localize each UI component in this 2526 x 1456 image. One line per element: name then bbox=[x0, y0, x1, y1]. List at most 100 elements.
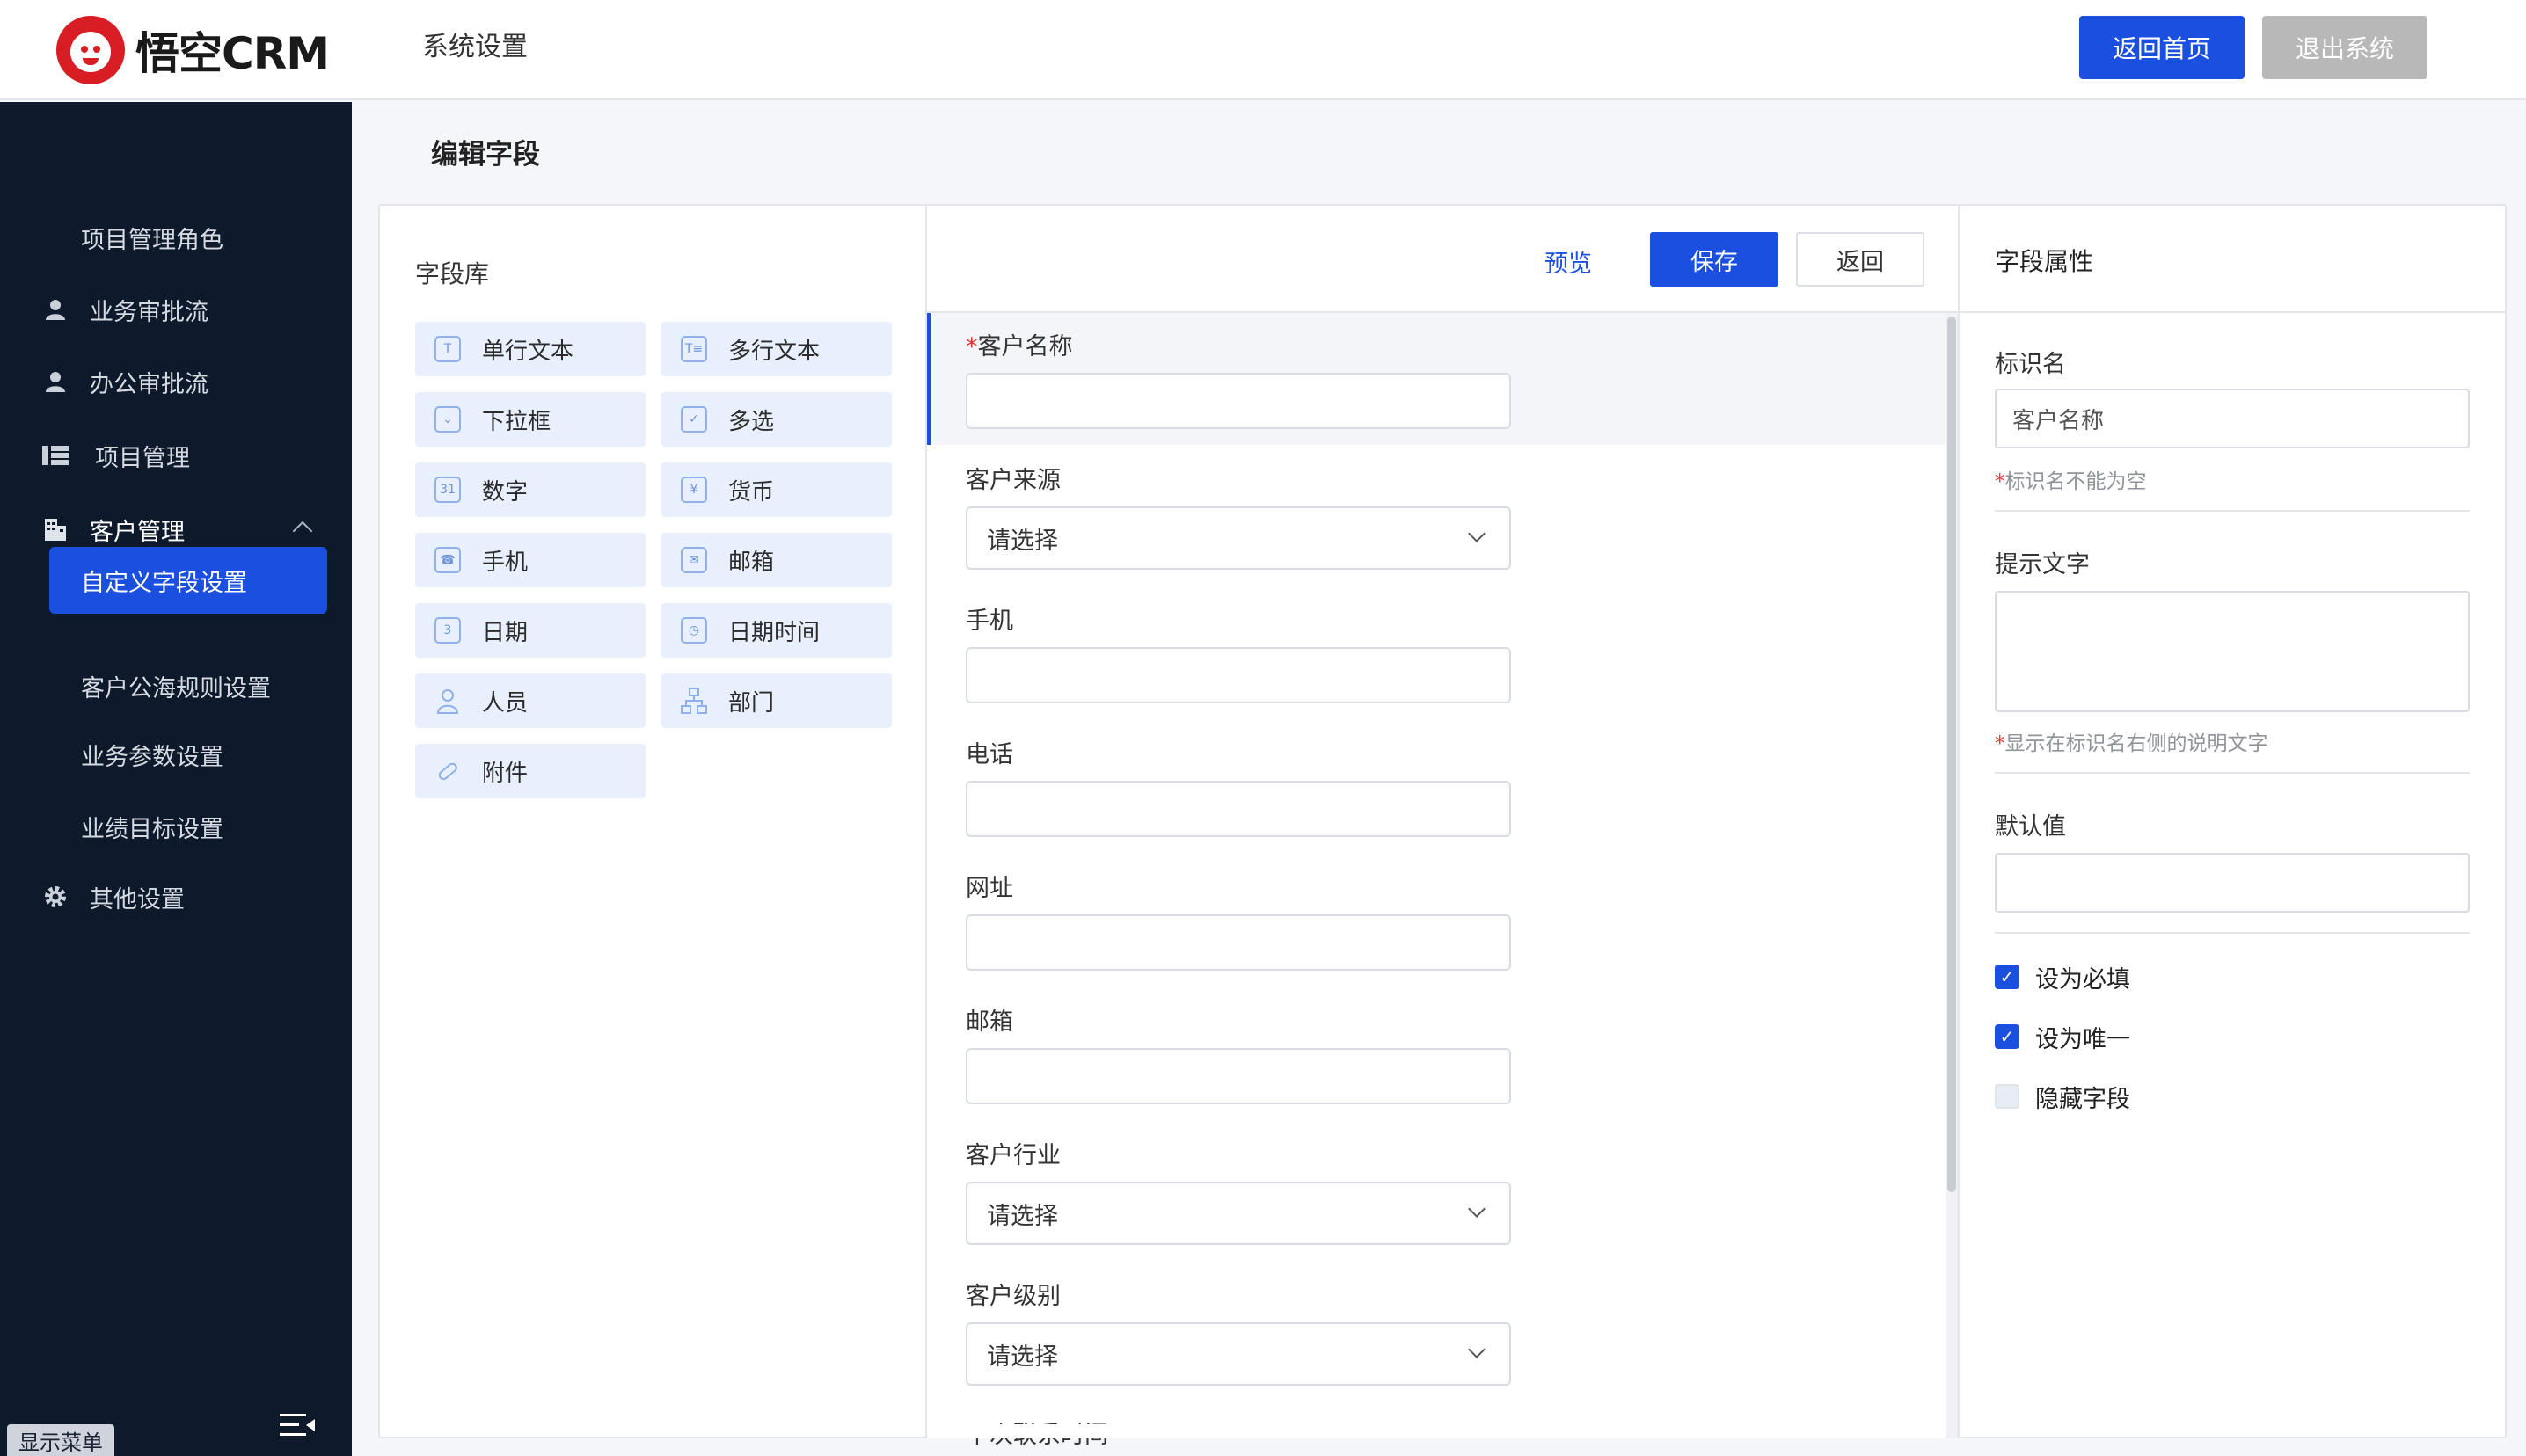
save-button[interactable]: 保存 bbox=[1650, 232, 1778, 287]
field-chip-date[interactable]: 3 日期 bbox=[415, 603, 646, 658]
sidebar-item-project-management[interactable]: 项目管理 bbox=[0, 422, 352, 489]
chevron-down-icon bbox=[1468, 525, 1486, 542]
mobile-input[interactable] bbox=[966, 647, 1511, 703]
field-label-customer-source: 客户来源 bbox=[966, 467, 1061, 494]
field-chip-label: 人员 bbox=[482, 689, 529, 717]
hidden-field-checkbox[interactable]: 隐藏字段 bbox=[1995, 1083, 2130, 1113]
gear-icon bbox=[42, 884, 69, 910]
sidebar-item-office-approval[interactable]: 办公审批流 bbox=[0, 348, 352, 415]
sidebar-item-project-roles[interactable]: 项目管理角色 bbox=[0, 204, 352, 271]
field-library bbox=[378, 204, 927, 1438]
unique-checkbox[interactable]: ✓ 设为唯一 bbox=[1995, 1023, 2130, 1053]
field-chip-datetime[interactable]: ◷ 日期时间 bbox=[661, 603, 892, 658]
chevron-down-icon bbox=[1468, 1200, 1486, 1218]
field-chip-label: 附件 bbox=[482, 760, 529, 787]
website-input[interactable] bbox=[966, 914, 1511, 971]
single-line-text-icon: T bbox=[434, 336, 461, 362]
sidebar-item-public-pool-rules[interactable]: 客户公海规则设置 bbox=[0, 652, 352, 719]
logout-button[interactable]: 退出系统 bbox=[2262, 16, 2427, 79]
field-chip-label: 多行文本 bbox=[728, 338, 821, 365]
level-select[interactable]: 请选择 bbox=[966, 1322, 1511, 1386]
form-scrollbar-thumb[interactable] bbox=[1947, 317, 1956, 1192]
top-header: 悟空CRM 系统设置 返回首页 退出系统 bbox=[0, 0, 2526, 100]
list-icon bbox=[42, 442, 69, 469]
field-label-customer-name: *客户名称 bbox=[966, 333, 1073, 360]
sidebar-item-business-approval[interactable]: 业务审批流 bbox=[0, 276, 352, 343]
field-chip-attachment[interactable]: 附件 bbox=[415, 744, 646, 798]
sidebar-item-label: 其他设置 bbox=[90, 885, 185, 914]
field-label-email: 邮箱 bbox=[966, 1008, 1013, 1036]
field-chip-label: 单行文本 bbox=[482, 338, 574, 365]
field-chip-label: 手机 bbox=[482, 549, 529, 576]
field-chip-person[interactable]: 人员 bbox=[415, 673, 646, 728]
sidebar-item-performance-goals[interactable]: 业绩目标设置 bbox=[0, 793, 352, 860]
sidebar-item-label: 项目管理 bbox=[95, 444, 190, 472]
field-chip-label: 数字 bbox=[482, 478, 529, 506]
name-input[interactable]: 客户名称 bbox=[1995, 389, 2470, 448]
brand-logo[interactable]: 悟空CRM bbox=[56, 16, 330, 84]
field-chip-label: 货币 bbox=[728, 478, 775, 506]
department-icon bbox=[681, 688, 707, 714]
sidebar-item-business-params[interactable]: 业务参数设置 bbox=[0, 721, 352, 788]
field-chip-label: 日期 bbox=[482, 619, 529, 646]
name-hint: *标识名不能为空 bbox=[1995, 470, 2147, 493]
sidebar-item-label: 项目管理角色 bbox=[81, 226, 223, 254]
sidebar-item-label: 客户管理 bbox=[90, 518, 185, 546]
field-chip-phone[interactable]: ☎ 手机 bbox=[415, 533, 646, 587]
brand-name: 悟空CRM bbox=[135, 28, 330, 79]
datetime-icon: ◷ bbox=[681, 617, 707, 644]
phone-icon: ☎ bbox=[434, 547, 461, 573]
chevron-down-icon bbox=[1468, 1341, 1486, 1358]
sidebar: 项目管理角色 业务审批流 办公审批流 项目管理 客户管理 自定义字段设置 客户公… bbox=[0, 102, 352, 1456]
field-chip-email[interactable]: ✉ 邮箱 bbox=[661, 533, 892, 587]
return-home-button[interactable]: 返回首页 bbox=[2079, 16, 2245, 79]
telephone-input[interactable] bbox=[966, 781, 1511, 837]
field-chip-single-line-text[interactable]: T 单行文本 bbox=[415, 322, 646, 376]
required-checkbox[interactable]: ✓ 设为必填 bbox=[1995, 964, 2130, 994]
unchecked-box bbox=[1995, 1084, 2019, 1109]
field-chip-label: 邮箱 bbox=[728, 549, 775, 576]
date-icon: 3 bbox=[434, 617, 461, 644]
field-chip-multi-select[interactable]: ✓ 多选 bbox=[661, 392, 892, 447]
field-label-mobile: 手机 bbox=[966, 608, 1013, 635]
industry-select[interactable]: 请选择 bbox=[966, 1182, 1511, 1245]
monkey-logo-icon bbox=[56, 16, 125, 84]
preview-link[interactable]: 预览 bbox=[1544, 244, 1592, 279]
sidebar-item-label: 客户公海规则设置 bbox=[81, 674, 271, 703]
customer-source-select[interactable]: 请选择 bbox=[966, 506, 1511, 570]
sidebar-item-label: 业务审批流 bbox=[90, 298, 208, 326]
email-icon: ✉ bbox=[681, 547, 707, 573]
field-chip-number[interactable]: 31 数字 bbox=[415, 462, 646, 517]
divider bbox=[1995, 932, 2470, 934]
default-value-input[interactable] bbox=[1995, 853, 2470, 913]
field-chip-department[interactable]: 部门 bbox=[661, 673, 892, 728]
sidebar-item-custom-fields[interactable]: 自定义字段设置 bbox=[49, 547, 327, 614]
sidebar-item-other-settings[interactable]: 其他设置 bbox=[0, 863, 352, 930]
tip-hint: *显示在标识名右侧的说明文字 bbox=[1995, 732, 2268, 755]
building-icon bbox=[42, 516, 69, 542]
check-icon: ✓ bbox=[1995, 1024, 2019, 1049]
field-label-website: 网址 bbox=[966, 875, 1013, 902]
tip-textarea[interactable] bbox=[1995, 591, 2470, 712]
chevron-up-icon bbox=[292, 521, 313, 542]
form-bottom-mask bbox=[927, 1424, 1946, 1438]
check-icon: ✓ bbox=[1995, 965, 2019, 989]
sidebar-item-label: 自定义字段设置 bbox=[81, 569, 247, 597]
divider bbox=[1995, 772, 2470, 774]
multi-select-icon: ✓ bbox=[681, 406, 707, 433]
page-title: 编辑字段 bbox=[431, 139, 540, 171]
customer-name-input[interactable] bbox=[966, 373, 1511, 429]
dropdown-icon: ⌄ bbox=[434, 406, 461, 433]
person-icon bbox=[434, 688, 461, 714]
field-chip-currency[interactable]: ¥ 货币 bbox=[661, 462, 892, 517]
header-title: 系统设置 bbox=[422, 32, 528, 62]
field-chip-multi-line-text[interactable]: T≡ 多行文本 bbox=[661, 322, 892, 376]
email-input[interactable] bbox=[966, 1048, 1511, 1104]
collapse-menu-icon[interactable] bbox=[278, 1412, 317, 1438]
show-menu-button[interactable]: 显示菜单 bbox=[7, 1424, 114, 1456]
field-chip-dropdown[interactable]: ⌄ 下拉框 bbox=[415, 392, 646, 447]
field-chip-label: 下拉框 bbox=[482, 408, 551, 435]
field-label-level: 客户级别 bbox=[966, 1283, 1061, 1310]
sidebar-item-label: 业绩目标设置 bbox=[81, 815, 223, 843]
back-button[interactable]: 返回 bbox=[1796, 232, 1924, 287]
